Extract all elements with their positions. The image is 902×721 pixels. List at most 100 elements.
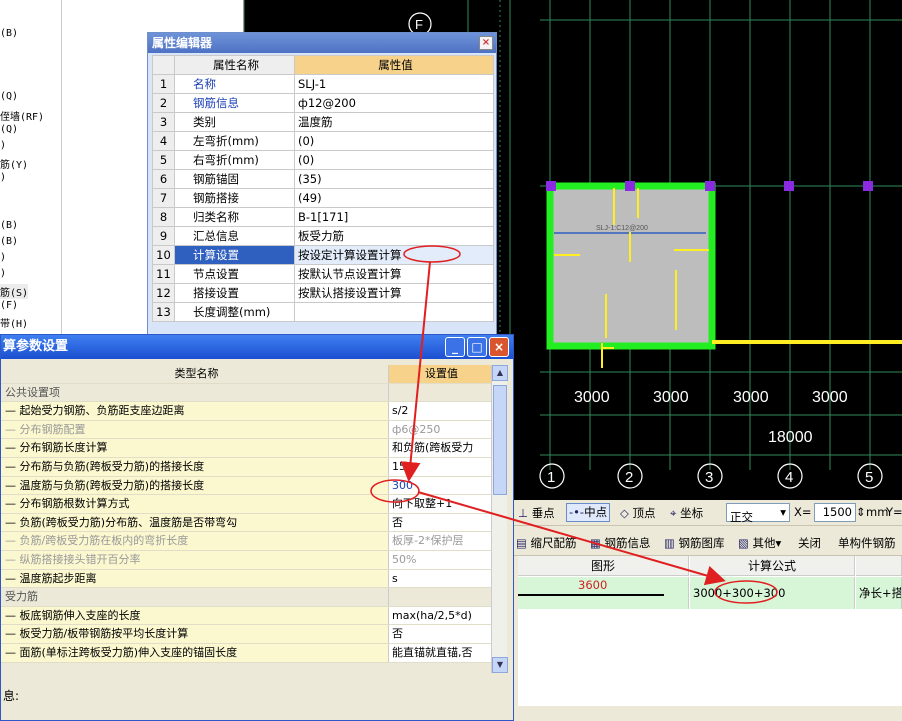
scale-rebar-button[interactable]: ▤ 缩尺配筋 — [516, 535, 577, 551]
setting-value[interactable]: 150 — [388, 457, 491, 476]
property-row[interactable]: 4 左弯折(mm) (0) — [152, 131, 494, 151]
property-value[interactable]: 按默认搭接设置计算 — [294, 283, 494, 303]
property-row[interactable]: 5 右弯折(mm) (0) — [152, 150, 494, 170]
settings-row[interactable]: — 温度筋与负筋(跨板受力筋)的搭接长度 300 — [1, 476, 491, 496]
setting-value[interactable]: 否 — [388, 625, 491, 643]
settings-row[interactable]: — 纵筋搭接接头错开百分率 50% — [1, 550, 491, 570]
calc-scrollbar[interactable]: ▲ ▼ — [491, 365, 508, 673]
slab-panel[interactable] — [546, 182, 716, 350]
property-row[interactable]: 8 归类名称 B-1[171] — [152, 207, 494, 227]
settings-row[interactable]: — 温度筋起步距离 s — [1, 569, 491, 589]
maximize-button[interactable]: □ — [467, 337, 487, 357]
desc-cell[interactable]: 净长+搭接 — [856, 577, 902, 609]
setting-value[interactable]: ф6@250 — [388, 420, 491, 439]
setting-value[interactable]: max(ha/2,5*d) — [388, 606, 491, 625]
property-row-num: 3 — [152, 112, 175, 132]
tree-item[interactable]: ) — [0, 252, 6, 263]
property-value[interactable]: 温度筋 — [294, 112, 494, 132]
tree-item[interactable]: 带(H) — [0, 315, 28, 330]
setting-value[interactable]: 板厚-2*保护层 — [388, 532, 491, 550]
settings-row[interactable]: — 板底钢筋伸入支座的长度 max(ha/2,5*d) — [1, 606, 491, 626]
minimize-button[interactable]: _ — [445, 337, 465, 357]
setting-value[interactable]: 向下取整+1 — [388, 495, 491, 513]
settings-row[interactable]: — 分布筋与负筋(跨板受力筋)的搭接长度 150 — [1, 457, 491, 477]
scroll-down-icon[interactable]: ▼ — [492, 657, 508, 673]
settings-row[interactable]: — 面筋(单标注跨板受力筋)伸入支座的锚固长度 能直锚就直锚,否 — [1, 643, 491, 663]
property-value[interactable]: B-1[171] — [294, 207, 494, 227]
settings-row[interactable]: — 负筋(跨板受力筋)分布筋、温度筋是否带弯勾否 — [1, 513, 491, 533]
settings-row[interactable]: — 起始受力钢筋、负筋距支座边距离 s/2 — [1, 402, 491, 421]
property-value[interactable]: (0) — [294, 131, 494, 151]
setting-value[interactable]: 能直锚就直锚,否 — [388, 643, 491, 662]
tree-item[interactable]: (B) — [0, 220, 18, 231]
tree-item[interactable]: (B) — [0, 236, 18, 247]
rebar-info-button[interactable]: ▦ 钢筋信息 — [590, 535, 651, 551]
x-value-input[interactable]: 1500 — [814, 503, 856, 522]
property-value[interactable]: 按设定计算设置计算 — [294, 245, 494, 265]
rebar-library-button[interactable]: ▥ 钢筋图库 — [664, 535, 725, 551]
setting-value[interactable]: 50% — [388, 550, 491, 569]
vertex-button[interactable]: ◇ 顶点 — [620, 505, 656, 521]
property-value[interactable]: 板受力筋 — [294, 226, 494, 246]
scroll-up-icon[interactable]: ▲ — [492, 365, 508, 381]
tree-item[interactable]: (Q) — [0, 91, 18, 102]
property-row[interactable]: 6 钢筋锚固 (35) — [152, 169, 494, 189]
close-icon[interactable]: × — [479, 36, 493, 50]
property-value[interactable]: (49) — [294, 188, 494, 208]
formula-cell[interactable]: 3000+300+300 — [690, 577, 855, 609]
settings-row[interactable]: — 负筋/跨板受力筋在板内的弯折长度 板厚-2*保护层 — [1, 532, 491, 551]
tree-item[interactable]: ) — [0, 140, 6, 151]
tree-item[interactable]: 筋(Y) — [0, 156, 28, 171]
property-value[interactable]: (35) — [294, 169, 494, 189]
property-row[interactable]: 3 类别 温度筋 — [152, 112, 494, 132]
property-row[interactable]: 13 长度调整(mm) — [152, 302, 494, 322]
property-row[interactable]: 1 名称 SLJ-1 — [152, 74, 494, 94]
property-editor-panel[interactable]: 属性编辑器 × 属性名称 属性值 1 名称 SLJ-1 2 钢筋信息 ф12@200 3 类别… — [147, 32, 497, 342]
tree-item[interactable]: ) — [0, 172, 6, 183]
setting-value[interactable]: 否 — [388, 513, 491, 532]
x-stepper-icon[interactable]: ⇕ — [856, 505, 866, 519]
setting-value[interactable] — [388, 383, 491, 402]
single-component-button[interactable]: 单构件钢筋 — [838, 535, 896, 551]
property-row[interactable]: 7 钢筋搭接 (49) — [152, 188, 494, 208]
property-value[interactable]: 按默认节点设置计算 — [294, 264, 494, 284]
scale-icon: ▤ — [516, 536, 527, 550]
close-panel-button[interactable]: 关闭 — [798, 535, 821, 551]
tree-item[interactable]: (B) — [0, 28, 18, 39]
settings-row[interactable]: — 分布钢筋长度计算 和负筋(跨板受力 — [1, 439, 491, 458]
other-menu-button[interactable]: ▧ 其他▾ — [738, 535, 781, 551]
setting-value[interactable]: 300 — [388, 476, 491, 495]
tree-item[interactable]: ) — [0, 268, 6, 279]
property-value[interactable]: SLJ-1 — [294, 74, 494, 94]
calc-settings-dialog[interactable]: 算参数设置 _ □ × 类型名称 设置值 公共设置项 — 起始受力钢筋、负筋距支座… — [0, 334, 514, 721]
settings-row[interactable]: — 板受力筋/板带钢筋按平均长度计算否 — [1, 625, 491, 644]
property-row[interactable]: 10 计算设置 按设定计算设置计算 — [152, 245, 494, 265]
setting-value[interactable]: s — [388, 569, 491, 588]
setting-value[interactable]: 和负筋(跨板受力 — [388, 439, 491, 457]
mid-point-button[interactable]: -•-中点 — [566, 503, 611, 522]
property-row[interactable]: 9 汇总信息 板受力筋 — [152, 226, 494, 246]
shape-cell[interactable]: 3600 — [518, 577, 689, 609]
settings-row[interactable]: — 分布钢筋根数计算方式 向下取整+1 — [1, 495, 491, 514]
settings-group-row[interactable]: 公共设置项 — [1, 383, 491, 403]
close-button[interactable]: × — [489, 337, 509, 357]
tree-item[interactable]: (Q) — [0, 124, 18, 135]
property-value[interactable]: (0) — [294, 150, 494, 170]
tree-item[interactable]: 侄墙(RF) — [0, 108, 44, 123]
settings-group-row[interactable]: 受力筋 — [1, 588, 491, 607]
property-row[interactable]: 2 钢筋信息 ф12@200 — [152, 93, 494, 113]
tree-item[interactable]: 筋(S) — [0, 284, 29, 299]
scroll-thumb[interactable] — [493, 385, 507, 495]
setting-name: — 温度筋与负筋(跨板受力筋)的搭接长度 — [1, 476, 388, 495]
property-row[interactable]: 11 节点设置 按默认节点设置计算 — [152, 264, 494, 284]
settings-row[interactable]: — 分布钢筋配置 ф6@250 — [1, 420, 491, 440]
tree-item[interactable]: (F) — [0, 300, 18, 311]
setting-value[interactable] — [388, 588, 491, 606]
property-value[interactable]: ф12@200 — [294, 93, 494, 113]
setting-value[interactable]: s/2 — [388, 402, 491, 420]
property-row[interactable]: 12 搭接设置 按默认搭接设置计算 — [152, 283, 494, 303]
ortho-select[interactable]: 正交 ▾ — [726, 503, 790, 524]
coord-button[interactable]: ⌖ 坐标 — [670, 505, 703, 521]
perp-point-button[interactable]: ⊥ 垂点 — [518, 505, 555, 521]
property-value[interactable] — [294, 302, 494, 322]
